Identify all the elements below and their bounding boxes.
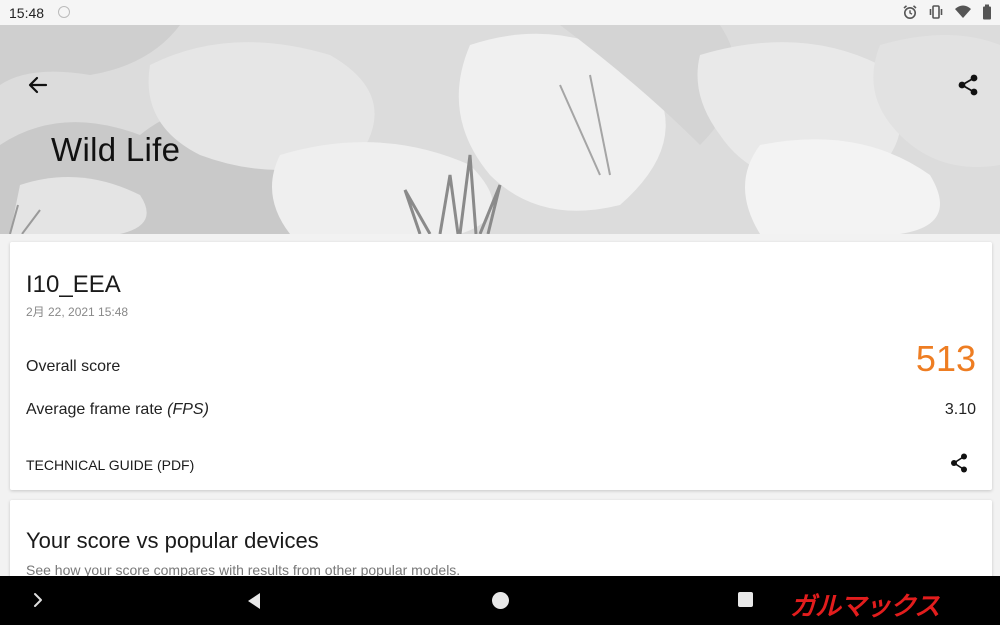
status-icons (902, 4, 992, 20)
recent-square-icon[interactable] (738, 592, 753, 607)
share-icon[interactable] (947, 451, 971, 475)
wifi-icon (955, 5, 971, 18)
vibrate-icon (929, 5, 943, 19)
rocks-background-image (0, 25, 1000, 234)
fps-unit: (FPS) (167, 401, 209, 418)
overall-score-value: 513 (915, 338, 976, 379)
result-card: I10_EEA 2月 22, 2021 15:48 Overall score … (10, 242, 992, 490)
overall-score-label: Overall score (26, 358, 121, 375)
technical-guide-link[interactable]: TECHNICAL GUIDE (PDF) (26, 457, 194, 473)
navigation-bar: ガルマックス (0, 576, 1000, 625)
fps-label: Average frame rate (FPS) (26, 401, 209, 419)
status-bar: 15:48 (0, 0, 1000, 25)
share-icon[interactable] (954, 71, 982, 99)
back-triangle-icon[interactable] (245, 592, 263, 610)
page-title: Wild Life (51, 131, 181, 168)
home-circle-icon[interactable] (492, 592, 509, 609)
device-name: I10_EEA (26, 271, 121, 298)
comparison-title: Your score vs popular devices (26, 528, 319, 553)
fps-label-text: Average frame rate (26, 401, 163, 418)
expand-icon[interactable] (30, 590, 46, 610)
watermark-logo: ガルマックス (790, 591, 940, 621)
notification-icon (58, 6, 70, 18)
hero-banner: Wild Life (0, 25, 1000, 234)
test-date: 2月 22, 2021 15:48 (26, 305, 129, 319)
back-arrow-icon[interactable] (24, 71, 52, 99)
status-time: 15:48 (9, 5, 45, 21)
fps-value: 3.10 (944, 401, 976, 418)
battery-icon (983, 4, 991, 20)
alarm-icon (903, 5, 917, 19)
